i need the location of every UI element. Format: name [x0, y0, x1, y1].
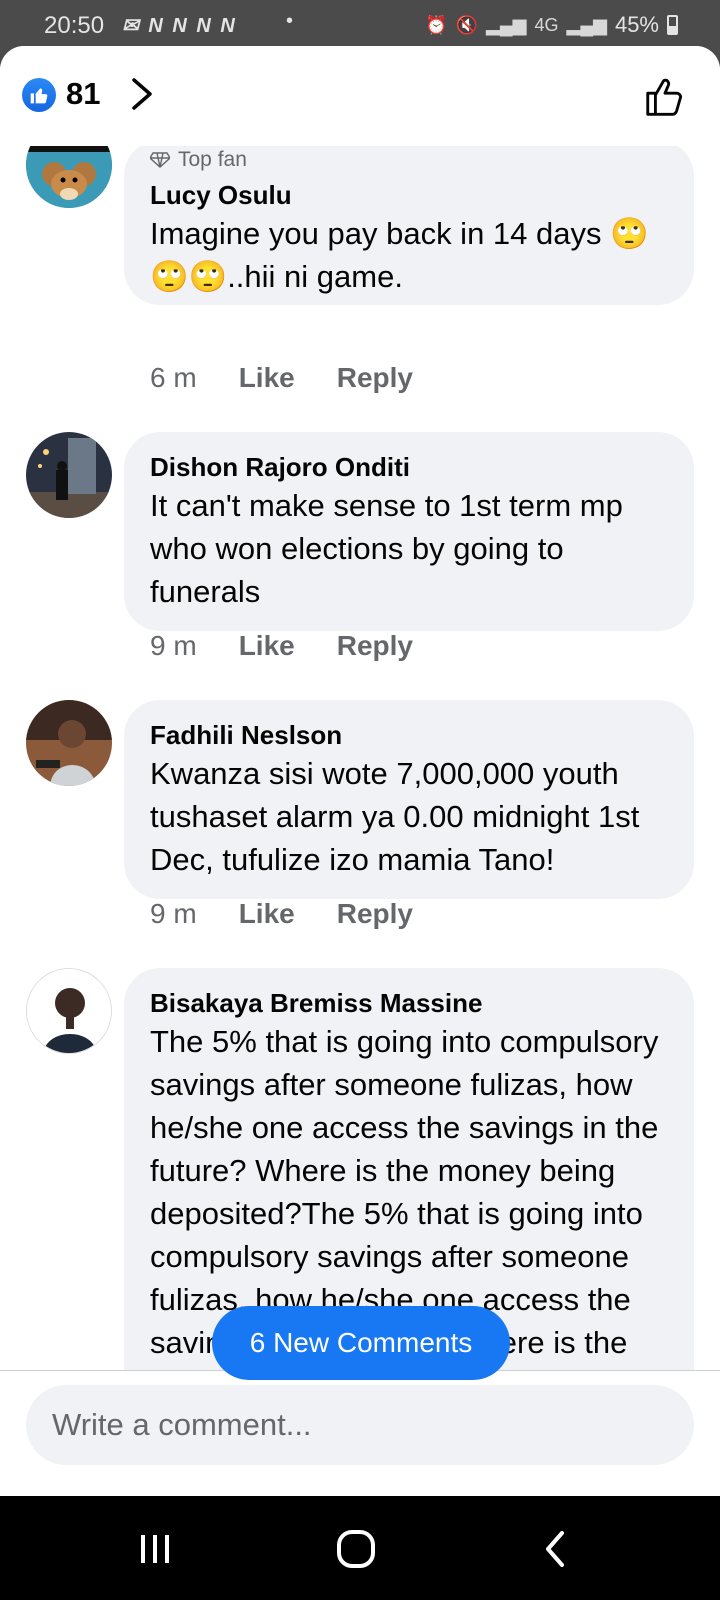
reply-button[interactable]: Reply	[337, 630, 413, 662]
signal-icon: ▂▄▆	[486, 14, 527, 35]
avatar-image	[26, 700, 112, 786]
navigation-bar	[0, 1496, 720, 1600]
back-icon[interactable]	[526, 1526, 586, 1572]
comment-author[interactable]: Dishon Rajoro Onditi	[150, 450, 668, 484]
notification-icons: ✉ N N N N	[122, 15, 237, 37]
comment-author[interactable]: Bisakaya Bremiss Massine	[150, 986, 668, 1020]
avatar[interactable]	[26, 146, 112, 208]
signal-icon-2: ▂▄▆	[566, 14, 607, 35]
diamond-icon	[150, 152, 170, 168]
new-comments-button[interactable]: 6 New Comments	[212, 1306, 510, 1380]
comment-list[interactable]: Top fan Lucy Osulu Imagine you pay back …	[0, 146, 720, 1370]
comment-text: Kwanza sisi wote 7,000,000 youth tushase…	[150, 756, 640, 877]
like-button[interactable]: Like	[239, 362, 295, 394]
comment-actions: 9 m Like Reply	[150, 630, 413, 662]
phone-screen: 20:50 ✉ N N N N • ⏰ 🔇 ▂▄▆ 4G ▂▄▆ 45% 81	[0, 0, 720, 1600]
battery-percent: 45%	[614, 12, 659, 37]
mute-icon: 🔇	[455, 14, 479, 35]
comment-timestamp: 9 m	[150, 630, 197, 661]
comment-bubble[interactable]: Top fan Lucy Osulu Imagine you pay back …	[124, 146, 694, 305]
avatar-image	[27, 969, 111, 1053]
avatar-image	[26, 146, 112, 208]
comment-author[interactable]: Fadhili Neslson	[150, 718, 668, 752]
avatar-image	[26, 432, 112, 518]
chevron-right-icon[interactable]	[126, 74, 156, 114]
badge-label: Top fan	[178, 148, 247, 171]
more-notifications-dot: •	[286, 10, 294, 32]
avatar[interactable]	[26, 432, 112, 518]
network-type: 4G	[534, 14, 559, 35]
sheet-header: 81	[0, 46, 720, 146]
comment-author[interactable]: Lucy Osulu	[150, 178, 668, 212]
like-button[interactable]: Like	[239, 630, 295, 662]
status-bar: 20:50 ✉ N N N N • ⏰ 🔇 ▂▄▆ 4G ▂▄▆ 45%	[0, 0, 720, 50]
top-fan-badge: Top fan	[150, 148, 668, 172]
comment-text: Imagine you pay back in 14 days 🙄🙄🙄..hii…	[150, 216, 649, 294]
status-right: ⏰ 🔇 ▂▄▆ 4G ▂▄▆ 45%	[425, 12, 678, 38]
comment-actions: 6 m Like Reply	[150, 362, 413, 394]
status-time: 20:50	[44, 12, 105, 39]
comment-timestamp: 9 m	[150, 898, 197, 929]
comment-timestamp: 6 m	[150, 362, 197, 393]
comment-bubble[interactable]: Dishon Rajoro Onditi It can't make sense…	[124, 432, 694, 631]
reply-button[interactable]: Reply	[337, 362, 413, 394]
battery-icon	[667, 15, 678, 35]
reply-button[interactable]: Reply	[337, 898, 413, 930]
comments-sheet: 81 Top fan Lucy Osulu Imagine you pay ba…	[0, 46, 720, 1496]
thumbs-up-outline-icon[interactable]	[642, 74, 688, 120]
comment-input[interactable]	[26, 1385, 694, 1465]
recents-icon[interactable]	[125, 1526, 185, 1572]
alarm-icon: ⏰	[425, 14, 448, 35]
comment-bubble[interactable]: Fadhili Neslson Kwanza sisi wote 7,000,0…	[124, 700, 694, 899]
comment-composer	[0, 1370, 720, 1496]
home-icon[interactable]	[326, 1526, 386, 1572]
avatar[interactable]	[26, 968, 112, 1054]
avatar[interactable]	[26, 700, 112, 786]
comment-text: It can't make sense to 1st term mp who w…	[150, 488, 623, 609]
like-button[interactable]: Like	[239, 898, 295, 930]
comment-actions: 9 m Like Reply	[150, 898, 413, 930]
like-reaction-icon[interactable]	[22, 78, 56, 112]
reaction-count[interactable]: 81	[66, 76, 100, 112]
